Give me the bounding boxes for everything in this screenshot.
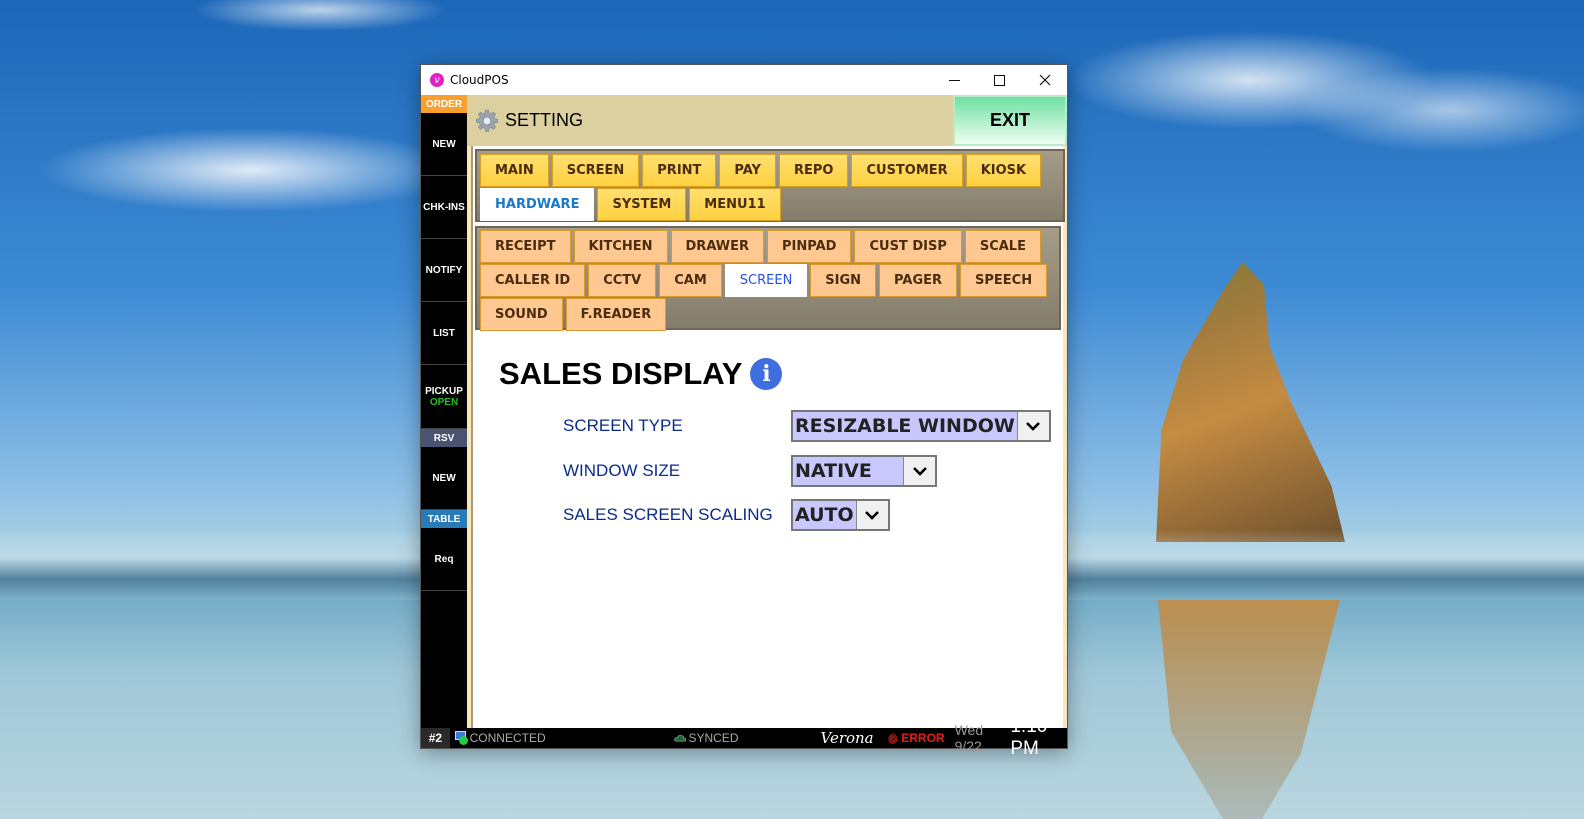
tab-screen[interactable]: SCREEN — [551, 154, 640, 187]
chevron-down-icon[interactable] — [855, 501, 888, 529]
sidebar-item-table-request[interactable]: Req — [421, 528, 467, 591]
minimize-icon — [949, 79, 960, 81]
subtab-drawer[interactable]: DRAWER — [670, 230, 765, 263]
subtab-receipt[interactable]: RECEIPT — [480, 230, 571, 263]
date-display: Wed 9/22 — [954, 722, 984, 754]
sidebar-item-label: CHK-INS — [423, 201, 465, 213]
cloud-icon — [673, 735, 686, 742]
subtab-pager[interactable]: PAGER — [879, 264, 958, 297]
window-size-select[interactable]: NATIVE — [791, 455, 937, 487]
window-size-label: WINDOW SIZE — [563, 461, 681, 480]
tab-kiosk[interactable]: KIOSK — [965, 154, 1042, 187]
sidebar-item-list[interactable]: LIST — [421, 302, 467, 365]
maximize-button[interactable] — [977, 65, 1022, 95]
sidebar-item-label: NOTIFY — [425, 264, 463, 276]
subtab-caller-id[interactable]: CALLER ID — [480, 264, 586, 297]
station-number: #2 — [421, 728, 450, 748]
sidebar-item-label: NEW — [432, 472, 456, 484]
section-title-container: SALES DISPLAY i — [499, 356, 783, 392]
tab-main[interactable]: MAIN — [480, 154, 549, 187]
store-name: Verona — [820, 729, 874, 747]
wallpaper-rock — [1156, 262, 1345, 542]
sidebar-header-order: ORDER — [421, 95, 467, 113]
screen-type-value: RESIZABLE WINDOW — [795, 415, 1015, 437]
app-logo-icon: v — [430, 73, 444, 87]
sidebar-header-table: TABLE — [421, 510, 467, 528]
sales-screen-scaling-value: AUTO — [795, 504, 854, 526]
chevron-down-icon[interactable] — [1016, 412, 1049, 440]
close-button[interactable] — [1022, 65, 1067, 95]
subtab-f-reader[interactable]: F.READER — [565, 298, 667, 331]
sales-screen-scaling-select[interactable]: AUTO — [791, 499, 890, 531]
info-icon[interactable]: i — [750, 358, 783, 390]
fingerprint-icon — [888, 733, 897, 744]
gear-icon — [476, 109, 498, 132]
subtab-pinpad[interactable]: PINPAD — [767, 230, 852, 263]
window-size-value: NATIVE — [795, 460, 872, 482]
connection-status: CONNECTED — [469, 731, 546, 745]
network-connected-icon — [454, 731, 468, 745]
tab-hardware[interactable]: HARDWARE — [480, 188, 595, 221]
sidebar-item-label: LIST — [433, 327, 455, 339]
subtab-cctv[interactable]: CCTV — [588, 264, 657, 297]
exit-button[interactable]: EXIT — [953, 95, 1067, 146]
subtab-scale[interactable]: SCALE — [964, 230, 1041, 263]
subtab-cam[interactable]: CAM — [659, 264, 722, 297]
screen-type-label: SCREEN TYPE — [563, 416, 683, 435]
wallpaper-reflection — [1158, 600, 1340, 819]
settings-content: MAIN SCREEN PRINT PAY REPO CUSTOMER KIOSK HARD… — [467, 146, 1067, 728]
hardware-sub-tab-bar: RECEIPT KITCHEN DRAWER PINPAD CUST DISP SCALE… — [475, 226, 1061, 331]
tab-customer[interactable]: CUSTOMER — [851, 154, 963, 187]
sidebar-item-label: PICKUP — [425, 385, 463, 397]
minimize-button[interactable] — [932, 65, 977, 95]
subtab-cust-disp[interactable]: CUST DISP — [854, 230, 962, 263]
sidebar-item-label: NEW — [432, 138, 456, 150]
status-bar: #2 CONNECTED SYNCED Verona ERROR Wed 9/2… — [421, 716, 1067, 759]
sync-status: SYNCED — [688, 731, 739, 745]
tab-print[interactable]: PRINT — [642, 154, 717, 187]
subtab-screen[interactable]: SCREEN — [724, 264, 808, 297]
sidebar-item-label: Req — [434, 553, 454, 565]
screen-type-select[interactable]: RESIZABLE WINDOW — [791, 410, 1051, 442]
sidebar-item-new-order[interactable]: NEW — [421, 113, 467, 176]
window-title: CloudPOS — [450, 73, 509, 87]
subtab-sign[interactable]: SIGN — [810, 264, 877, 297]
sales-screen-scaling-label: SALES SCREEN SCALING — [563, 505, 773, 524]
subtab-kitchen[interactable]: KITCHEN — [573, 230, 668, 263]
sidebar: ORDER NEW CHK-INS NOTIFY LIST PICKUP OPE… — [421, 95, 467, 728]
fingerprint-reader-status: ERROR — [901, 731, 945, 745]
tab-menu11[interactable]: MENU11 — [689, 188, 781, 221]
sidebar-header-rsv: RSV — [421, 429, 467, 447]
maximize-icon — [994, 74, 1005, 86]
settings-header: SETTING EXIT — [467, 95, 1067, 146]
sidebar-item-pickup[interactable]: PICKUP OPEN — [421, 365, 467, 429]
section-title: SALES DISPLAY — [499, 356, 743, 391]
sidebar-item-notify[interactable]: NOTIFY — [421, 239, 467, 302]
sidebar-item-chk-ins[interactable]: CHK-INS — [421, 176, 467, 239]
close-icon — [1039, 74, 1050, 86]
cloudpos-window: v CloudPOS ORDER NEW CHK-INS NOTIFY LIST — [420, 64, 1068, 759]
tab-repo[interactable]: REPO — [778, 154, 849, 187]
time-display: 1:10 PM — [1010, 716, 1048, 759]
tab-system[interactable]: SYSTEM — [597, 188, 687, 221]
subtab-sound[interactable]: SOUND — [480, 298, 563, 331]
title-bar[interactable]: v CloudPOS — [421, 65, 1067, 95]
pickup-open-status: OPEN — [429, 396, 459, 408]
subtab-speech[interactable]: SPEECH — [960, 264, 1048, 297]
tab-pay[interactable]: PAY — [719, 154, 776, 187]
main-tab-bar: MAIN SCREEN PRINT PAY REPO CUSTOMER KIOSK HARD… — [475, 149, 1065, 222]
sidebar-item-new-reservation[interactable]: NEW — [421, 447, 467, 510]
page-title: SETTING — [505, 110, 584, 130]
chevron-down-icon[interactable] — [903, 457, 935, 485]
